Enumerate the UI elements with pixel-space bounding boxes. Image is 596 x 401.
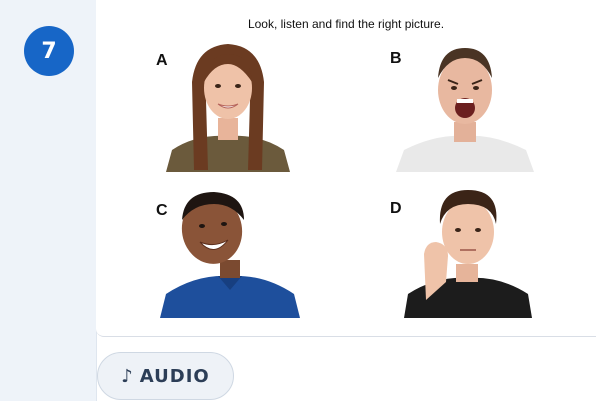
question-rail: 7 [0,0,97,401]
option-b-photo[interactable] [396,42,534,172]
option-d-photo[interactable] [404,188,532,318]
question-instruction: Look, listen and find the right picture. [247,17,445,31]
question-number-badge: 7 [24,26,74,76]
option-c-photo[interactable] [160,190,300,318]
audio-button[interactable]: ♪ AUDIO [97,352,234,400]
option-d-letter: D [390,200,402,217]
music-note-icon: ♪ [121,365,134,387]
option-a-photo[interactable] [166,42,290,172]
audio-button-label: AUDIO [139,365,210,387]
question-card: Look, listen and find the right picture.… [96,0,596,337]
